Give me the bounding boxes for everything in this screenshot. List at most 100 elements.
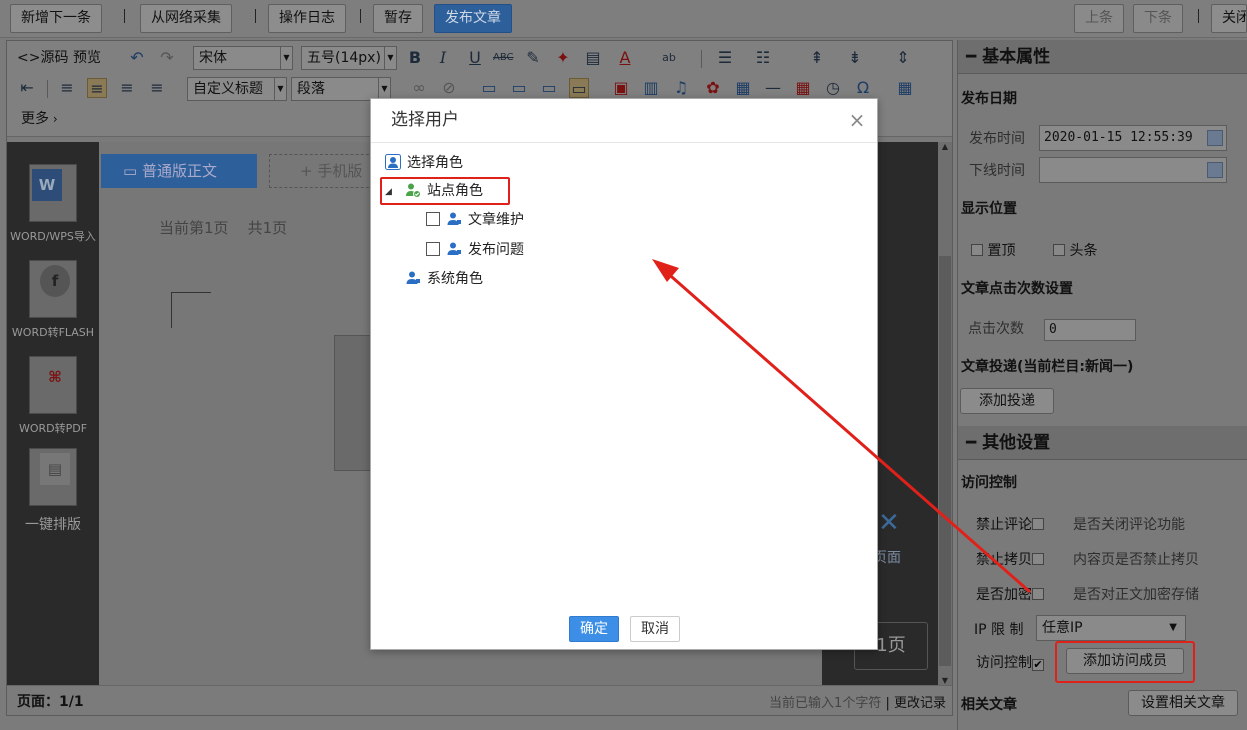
unordered-list-icon[interactable]: ☷ xyxy=(753,48,773,68)
line-height-icon[interactable]: ⇕ xyxy=(893,48,913,68)
access-control-label: 访问控制 xyxy=(961,475,1017,491)
checkbox[interactable] xyxy=(1032,588,1044,600)
ordered-list-icon[interactable]: ☰ xyxy=(715,48,735,68)
new-next-button[interactable]: 新增下一条 xyxy=(10,4,102,33)
select-user-dialog: 选择用户 × 选择角色 ◢ 站点角色 文章维护 发布问题 系统角色 确定 取消 xyxy=(370,98,878,650)
highlight-color-icon[interactable]: ab xyxy=(659,48,679,68)
change-log-link[interactable]: 更改记录 xyxy=(894,696,946,711)
scroll-down-icon[interactable]: ▼ xyxy=(938,676,952,685)
tree-publish-issue[interactable]: 发布问题 xyxy=(426,239,524,261)
font-family-select[interactable]: 宋体 ▼ xyxy=(193,46,293,70)
page-corner-marker xyxy=(171,292,211,328)
source-button[interactable]: <>源码 xyxy=(17,47,68,69)
click-count-input[interactable]: 0 xyxy=(1044,319,1136,341)
encrypt-checkbox[interactable]: 是否加密 xyxy=(976,584,1044,604)
ip-limit-select[interactable]: 任意IP ▼ xyxy=(1036,615,1186,641)
close-button[interactable]: 关闭 xyxy=(1211,4,1247,33)
preview-button[interactable]: 预览 xyxy=(73,47,101,69)
checkbox[interactable] xyxy=(1032,553,1044,565)
word-pdf-button[interactable]: ⌘ WORD转PDF xyxy=(7,356,99,436)
publish-button[interactable]: 发布文章 xyxy=(434,4,512,33)
spellcheck-icon[interactable]: ✎ xyxy=(523,48,543,68)
word-flash-button[interactable]: f WORD转FLASH xyxy=(7,260,99,340)
checked-checkbox[interactable]: ✔ xyxy=(1032,659,1044,671)
tree-system-role[interactable]: 系统角色 xyxy=(405,268,483,290)
web-collect-button[interactable]: 从网络采集 xyxy=(140,4,232,33)
add-delivery-button[interactable]: 添加投递 xyxy=(960,388,1054,414)
insert-frame-icon[interactable]: ▦ xyxy=(733,78,753,98)
pin-top-checkbox[interactable]: 置顶 xyxy=(971,240,1015,260)
italic-icon[interactable]: I xyxy=(433,48,453,68)
set-related-button[interactable]: 设置相关文章 xyxy=(1128,690,1238,716)
align-right-icon[interactable]: ≡ xyxy=(117,78,137,98)
text-indent-icon[interactable]: ⇟ xyxy=(845,48,865,68)
offline-time-input[interactable] xyxy=(1039,157,1227,183)
user-icon xyxy=(406,271,420,284)
op-log-button[interactable]: 操作日志 xyxy=(268,4,346,33)
separator xyxy=(360,9,361,23)
special-char-icon[interactable]: Ω xyxy=(853,78,873,98)
word-import-button[interactable]: W WORD/WPS导入 xyxy=(7,164,99,244)
one-click-layout-button[interactable]: ▤ 一键排版 xyxy=(7,448,99,534)
next-button[interactable]: 下条 xyxy=(1133,4,1183,33)
align-center-icon[interactable]: ≡ xyxy=(87,78,107,98)
custom-title-select[interactable]: 自定义标题 ▼ xyxy=(187,77,287,101)
confirm-button[interactable]: 确定 xyxy=(569,616,619,642)
calendar-icon[interactable] xyxy=(1207,130,1223,146)
insert-date-icon[interactable]: ▦ xyxy=(793,78,813,98)
collapse-icon: ━ xyxy=(966,433,983,453)
align-justify-icon[interactable]: ≡ xyxy=(147,78,167,98)
link-icon[interactable]: ∞ xyxy=(409,78,429,98)
no-copy-checkbox[interactable]: 禁止拷贝 xyxy=(976,549,1044,569)
horizontal-rule-icon[interactable]: — xyxy=(763,78,783,98)
undo-icon[interactable]: ↶ xyxy=(127,48,147,68)
editor-scrollbar[interactable]: ▲ ▼ xyxy=(938,142,952,685)
font-size-select[interactable]: 五号(14px) ▼ xyxy=(301,46,397,70)
close-icon[interactable]: × xyxy=(847,109,867,131)
checkbox[interactable] xyxy=(1032,518,1044,530)
paragraph-spacing-icon[interactable]: ⇞ xyxy=(807,48,827,68)
tab-mobile-body[interactable]: + 手机版 xyxy=(269,154,379,188)
paste-icon[interactable]: ▤ xyxy=(583,48,603,68)
insert-music-icon[interactable]: ♫ xyxy=(671,78,691,98)
image-left-icon[interactable]: ▭ xyxy=(479,78,499,98)
bold-icon[interactable]: B xyxy=(405,48,425,68)
redo-icon[interactable]: ↷ xyxy=(157,48,177,68)
unlink-icon[interactable]: ⊘ xyxy=(439,78,459,98)
scroll-up-icon[interactable]: ▲ xyxy=(938,142,952,151)
strikethrough-icon[interactable]: ABC xyxy=(493,48,514,68)
headline-checkbox[interactable]: 头条 xyxy=(1053,240,1097,260)
insert-time-icon[interactable]: ◷ xyxy=(823,78,843,98)
no-comment-checkbox[interactable]: 禁止评论 xyxy=(976,514,1044,534)
prev-button[interactable]: 上条 xyxy=(1074,4,1124,33)
checkbox[interactable] xyxy=(1053,244,1065,256)
cancel-button[interactable]: 取消 xyxy=(630,616,680,642)
underline-icon[interactable]: U xyxy=(465,48,485,68)
insert-table-icon[interactable]: ▦ xyxy=(895,78,915,98)
image-inline-icon[interactable]: ▭ xyxy=(539,78,559,98)
align-left-icon[interactable]: ≡ xyxy=(57,78,77,98)
save-draft-button[interactable]: 暂存 xyxy=(373,4,423,33)
checkbox[interactable] xyxy=(426,212,440,226)
basic-props-header[interactable]: ━ 基本属性 xyxy=(958,40,1247,74)
insert-image-icon[interactable]: ▣ xyxy=(611,78,631,98)
insert-video-icon[interactable]: ▥ xyxy=(641,78,661,98)
font-color-icon[interactable]: A xyxy=(615,48,635,68)
calendar-icon[interactable] xyxy=(1207,162,1223,178)
insert-map-icon[interactable]: ✿ xyxy=(703,78,723,98)
tree-root[interactable]: 选择角色 xyxy=(385,152,463,174)
monitor-icon: ▭ xyxy=(123,162,142,180)
indent-icon[interactable]: ⇤ xyxy=(17,78,37,98)
checkbox[interactable] xyxy=(971,244,983,256)
other-settings-header[interactable]: ━ 其他设置 xyxy=(958,426,1247,460)
image-right-icon[interactable]: ▭ xyxy=(509,78,529,98)
publish-time-input[interactable]: 2020-01-15 12:55:39 xyxy=(1039,125,1227,151)
format-brush-icon[interactable]: ✦ xyxy=(553,48,573,68)
checkbox[interactable] xyxy=(426,242,440,256)
tree-article-maintain[interactable]: 文章维护 xyxy=(426,209,524,231)
tab-normal-body[interactable]: ▭ 普通版正文 xyxy=(101,154,257,188)
more-button[interactable]: 更多 › xyxy=(21,108,58,130)
access-control-checkbox[interactable]: 访问控制✔ xyxy=(976,652,1044,672)
image-center-icon[interactable]: ▭ xyxy=(569,78,589,98)
scroll-thumb[interactable] xyxy=(939,256,951,666)
